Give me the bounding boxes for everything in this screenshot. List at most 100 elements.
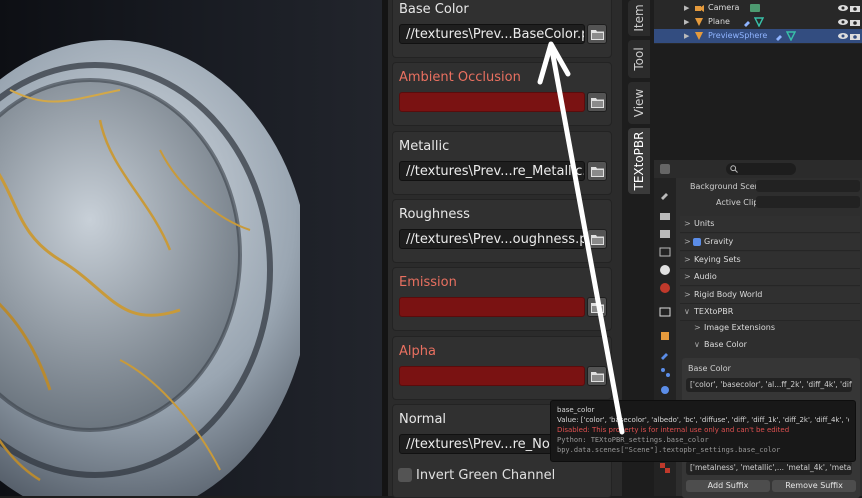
mesh-data-icon (754, 17, 764, 27)
modifier-wrench-icon (744, 21, 750, 27)
chevron-right-icon: > (684, 219, 691, 228)
slot-label: Ambient Occlusion (399, 70, 521, 85)
preview-sphere (0, 30, 310, 496)
texture-path-field[interactable] (399, 297, 585, 317)
outliner-row[interactable]: ▶ Camera (654, 1, 862, 15)
section-audio[interactable]: > Audio (680, 269, 860, 286)
render-camera-icon[interactable] (850, 31, 860, 45)
tooltip-title: base_color (557, 406, 595, 414)
properties-header (654, 160, 862, 179)
outliner-name: Plane (708, 17, 730, 26)
object-icon[interactable] (659, 330, 671, 342)
suffix-button-row: Add Suffix Remove Suffix (686, 480, 858, 492)
outliner: ▶ Camera ▶ Plane ▶ PreviewSphere (654, 0, 862, 44)
folder-icon[interactable] (587, 297, 607, 317)
base-color-suffix-list[interactable]: ['color', 'basecolor', 'al...ff_2k', 'di… (686, 378, 852, 392)
slot-ambient-occlusion: Ambient Occlusion (392, 62, 612, 126)
slot-label: Normal (399, 412, 447, 427)
section-textopbr[interactable]: ∨ TEXtoPBR (680, 304, 860, 321)
mesh-icon (695, 18, 703, 26)
tab-item[interactable]: Item (628, 0, 650, 36)
outliner-row-selected[interactable]: ▶ PreviewSphere (654, 29, 862, 43)
folder-icon[interactable] (587, 24, 607, 44)
active-clip-field[interactable] (756, 196, 860, 208)
folder-icon[interactable] (587, 161, 607, 181)
tab-textopbr[interactable]: TEXtoPBR (628, 128, 650, 194)
tooltip-value: Value: ['color', 'basecolor', 'albedo', … (557, 416, 849, 424)
slot-base-color: Base Color //textures\Prev...BaseColor.p… (392, 0, 612, 58)
properties-search-input[interactable] (726, 163, 796, 175)
slot-alpha: Alpha (392, 336, 612, 400)
slot-label: Metallic (399, 139, 450, 154)
camera-data-icon (750, 4, 760, 12)
slot-label: Alpha (399, 344, 436, 359)
outliner-name: Camera (708, 3, 740, 12)
mesh-icon (695, 32, 703, 40)
world-icon[interactable] (659, 282, 671, 294)
tooltip-warning: Disabled: This property is for internal … (557, 426, 790, 434)
output-icon[interactable] (659, 228, 671, 240)
metallic-suffix-list[interactable]: ['metalness', 'metallic',... 'metal_4k',… (686, 461, 852, 475)
expand-arrow-icon[interactable]: ▶ (684, 29, 689, 43)
editor-type-icon[interactable] (660, 164, 670, 174)
add-suffix-button[interactable]: Add Suffix (686, 480, 770, 492)
outliner-name: PreviewSphere (708, 31, 768, 40)
base-color-label: Base Color (688, 364, 731, 373)
texture-path-field[interactable] (399, 366, 585, 386)
chevron-right-icon: > (684, 255, 691, 264)
slot-label: Base Color (399, 2, 469, 17)
eye-icon[interactable] (838, 31, 848, 45)
slot-roughness: Roughness //textures\Prev...oughness.png (392, 199, 612, 263)
tooltip-python: Python: TEXtoPBR_settings.base_color (557, 436, 709, 444)
texture-path-field[interactable] (399, 92, 585, 112)
chevron-down-icon: ∨ (684, 307, 690, 316)
chevron-right-icon: > (684, 237, 691, 246)
section-gravity[interactable]: > Gravity (680, 234, 860, 251)
section-units[interactable]: > Units (680, 216, 860, 233)
section-keying-sets[interactable]: > Keying Sets (680, 252, 860, 269)
section-image-extensions[interactable]: > Image Extensions (690, 320, 862, 336)
expand-arrow-icon[interactable]: ▶ (684, 1, 689, 15)
texture-path-field[interactable]: //textures\Prev...re_Metallic.png (399, 161, 585, 181)
search-icon (730, 165, 738, 173)
chevron-down-icon: ∨ (694, 340, 700, 349)
tab-view[interactable]: View (628, 82, 650, 124)
texture-path-field[interactable]: //textures\Prev...BaseColor.png (399, 24, 585, 44)
modifier-wrench-icon (776, 35, 782, 41)
render-icon[interactable] (659, 210, 671, 222)
3d-viewport[interactable] (0, 0, 382, 496)
section-base-color[interactable]: ∨ Base Color (690, 337, 862, 353)
folder-icon[interactable] (587, 366, 607, 386)
outliner-row[interactable]: ▶ Plane (654, 15, 862, 29)
invert-green-label: Invert Green Channel (416, 468, 556, 483)
scene-icon[interactable] (659, 264, 671, 276)
background-scene-label: Background Scene (690, 182, 765, 191)
modifier-icon[interactable] (659, 348, 671, 360)
chevron-right-icon: > (684, 290, 691, 299)
physics-icon[interactable] (659, 384, 671, 396)
background-scene-field[interactable] (756, 180, 860, 192)
property-tooltip: base_color Value: ['color', 'basecolor',… (550, 400, 856, 462)
slot-label: Roughness (399, 207, 470, 222)
remove-suffix-button[interactable]: Remove Suffix (772, 480, 856, 492)
tab-tool[interactable]: Tool (628, 40, 650, 78)
mesh-data-icon (786, 31, 796, 41)
folder-icon[interactable] (587, 229, 607, 249)
slot-emission: Emission (392, 267, 612, 331)
gravity-checkbox[interactable] (693, 238, 701, 246)
collection-icon[interactable] (659, 306, 671, 318)
slot-label: Emission (399, 275, 457, 290)
tool-icon[interactable] (659, 188, 671, 200)
particles-icon[interactable] (659, 366, 671, 378)
folder-icon[interactable] (587, 92, 607, 112)
section-rigid-body-world[interactable]: > Rigid Body World (680, 287, 860, 304)
texture-path-field[interactable]: //textures\Prev...oughness.png (399, 229, 585, 249)
chevron-right-icon: > (684, 272, 691, 281)
tooltip-data-path: bpy.data.scenes["Scene"].textopbr_settin… (557, 446, 781, 454)
active-clip-label: Active Clip (716, 198, 759, 207)
camera-icon (695, 5, 704, 12)
expand-arrow-icon[interactable]: ▶ (684, 15, 689, 29)
texture-icon[interactable] (659, 462, 671, 474)
view-layer-icon[interactable] (659, 246, 671, 258)
invert-green-checkbox[interactable] (398, 468, 412, 482)
